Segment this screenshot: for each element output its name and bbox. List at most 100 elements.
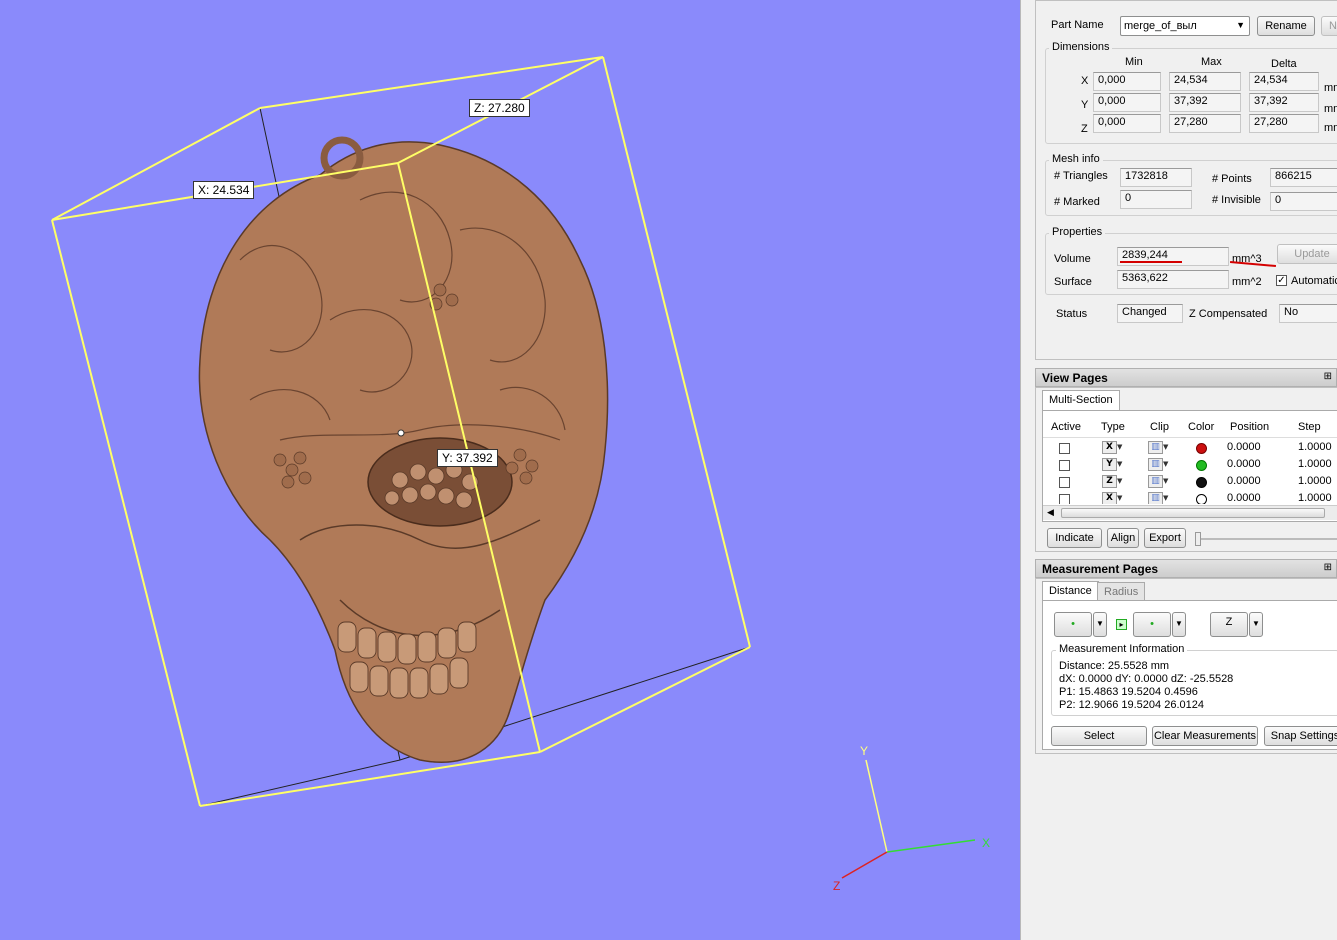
slider-handle[interactable] — [1195, 532, 1201, 546]
position-value[interactable]: 0.0000 — [1227, 458, 1261, 470]
col-clip: Clip — [1150, 421, 1169, 433]
dim-x-max[interactable]: 24,534 — [1169, 72, 1241, 91]
zcomp-value: No — [1279, 304, 1337, 323]
part-name-dropdown[interactable]: merge_of_выл ▼ — [1120, 16, 1250, 36]
chevron-down-icon: ▼ — [1163, 494, 1169, 502]
rename-button[interactable]: Rename — [1257, 16, 1315, 36]
surface-label: Surface — [1054, 276, 1092, 288]
automatic-checkbox[interactable]: ✓ — [1276, 275, 1287, 286]
dim-x-min[interactable]: 0,000 — [1093, 72, 1161, 91]
chevron-down-icon: ▼ — [1163, 443, 1169, 451]
snap-settings-button[interactable]: Snap Settings — [1264, 726, 1337, 746]
align-button[interactable]: Align — [1107, 528, 1139, 548]
chevron-down-icon[interactable]: ▼ — [1249, 612, 1263, 637]
point1-button[interactable]: • — [1054, 612, 1092, 637]
dim-x-delta[interactable]: 24,534 — [1249, 72, 1319, 91]
position-value[interactable]: 0.0000 — [1227, 441, 1261, 453]
row-active-checkbox[interactable] — [1059, 460, 1070, 471]
clip-icon[interactable]: ▥ — [1148, 475, 1163, 488]
step-value[interactable]: 1.0000 — [1298, 475, 1332, 487]
new-button[interactable]: Ne — [1321, 16, 1337, 36]
marked-value: 0 — [1120, 190, 1192, 209]
scroll-left-icon[interactable]: ◀ — [1047, 507, 1054, 518]
bbox-x-label: X: 24.534 — [193, 181, 255, 199]
3d-viewport[interactable]: X: 24.534 Z: 27.280 Y: 37.392 Y X Z — [0, 0, 1020, 940]
row-active-checkbox[interactable] — [1059, 477, 1070, 488]
status-label: Status — [1056, 308, 1088, 320]
horizontal-scrollbar[interactable]: ◀ — [1043, 505, 1337, 520]
pin-icon[interactable]: ⊞ — [1324, 562, 1332, 573]
part-name-label: Part Name — [1051, 19, 1104, 31]
section-type-dropdown[interactable]: X — [1102, 441, 1117, 454]
chevron-down-icon: ▼ — [1236, 20, 1245, 30]
measurement-pages-header[interactable]: Measurement Pages ⊞ — [1035, 559, 1337, 578]
dim-z-max[interactable]: 27,280 — [1169, 114, 1241, 133]
update-button[interactable]: Update — [1277, 244, 1337, 264]
skull-model — [198, 136, 609, 763]
position-value[interactable]: 0.0000 — [1227, 492, 1261, 504]
clip-icon[interactable]: ▥ — [1148, 458, 1163, 471]
tab-radius[interactable]: Radius — [1097, 582, 1146, 601]
properties-panel: Part Name merge_of_выл ▼ Rename Ne Dimen… — [1020, 0, 1337, 940]
view-pages-title: View Pages — [1042, 371, 1108, 385]
step-value[interactable]: 1.0000 — [1298, 492, 1332, 504]
dim-max-header: Max — [1201, 56, 1222, 68]
chevron-down-icon: ▼ — [1117, 494, 1123, 502]
point2-button[interactable]: • — [1133, 612, 1171, 637]
color-swatch[interactable] — [1196, 443, 1207, 454]
measurement-pages-title: Measurement Pages — [1042, 562, 1159, 576]
scene-svg — [51, 56, 976, 879]
dim-z-min[interactable]: 0,000 — [1093, 114, 1161, 133]
col-step: Step — [1298, 421, 1321, 433]
p1-line: P1: 15.4863 19.5204 0.4596 — [1059, 686, 1198, 698]
chevron-down-icon: ▼ — [1163, 460, 1169, 468]
export-button[interactable]: Export — [1144, 528, 1186, 548]
chevron-down-icon[interactable]: ▼ — [1093, 612, 1107, 637]
delta-line: dX: 0.0000 dY: 0.0000 dZ: -25.5528 — [1059, 673, 1234, 685]
clip-icon[interactable]: ▥ — [1148, 441, 1163, 454]
chevron-down-icon: ▼ — [1117, 460, 1123, 468]
color-swatch[interactable] — [1196, 460, 1207, 471]
section-type-dropdown[interactable]: Z — [1102, 475, 1117, 488]
distance-line: Distance: 25.5528 mm — [1059, 660, 1170, 672]
points-value: 866215 — [1270, 168, 1337, 187]
clear-measurements-button[interactable]: Clear Measurements — [1152, 726, 1258, 746]
section-type-dropdown[interactable]: Y — [1102, 458, 1117, 471]
indicate-button[interactable]: Indicate — [1047, 528, 1102, 548]
col-color: Color — [1188, 421, 1215, 433]
bbox-y-label: Y: 37.392 — [437, 449, 498, 467]
color-swatch[interactable] — [1196, 477, 1207, 488]
dim-y-min[interactable]: 0,000 — [1093, 93, 1161, 112]
axis-z-button[interactable]: Z — [1210, 612, 1248, 637]
dim-y-axis: Y — [1081, 99, 1089, 111]
chevron-down-icon[interactable]: ▼ — [1172, 612, 1186, 637]
view-pages-header[interactable]: View Pages ⊞ — [1035, 368, 1337, 387]
dim-y-delta[interactable]: 37,392 — [1249, 93, 1319, 112]
dim-z-delta[interactable]: 27,280 — [1249, 114, 1319, 133]
position-value[interactable]: 0.0000 — [1227, 475, 1261, 487]
automatic-label: Automatic — [1291, 275, 1337, 287]
tab-multi-section[interactable]: Multi-Section — [1042, 390, 1120, 410]
volume-value: 2839,244 — [1117, 247, 1229, 266]
bbox-z-label: Z: 27.280 — [469, 99, 530, 117]
row-active-checkbox[interactable] — [1059, 443, 1070, 454]
col-type: Type — [1101, 421, 1125, 433]
dim-y-max[interactable]: 37,392 — [1169, 93, 1241, 112]
pin-icon[interactable]: ⊞ — [1324, 371, 1332, 382]
step-value[interactable]: 1.0000 — [1298, 441, 1332, 453]
clip-icon[interactable]: ▥ — [1148, 492, 1163, 504]
color-swatch[interactable] — [1196, 494, 1207, 504]
dim-delta-header: Delta — [1271, 58, 1297, 70]
link-icon[interactable]: ▸ — [1116, 619, 1127, 630]
step-value[interactable]: 1.0000 — [1298, 458, 1332, 470]
dim-y-unit: mm — [1324, 103, 1337, 115]
section-type-dropdown[interactable]: X — [1102, 492, 1117, 504]
dim-z-axis: Z — [1081, 123, 1088, 135]
axis-triad — [841, 759, 976, 879]
row-active-checkbox[interactable] — [1059, 494, 1070, 504]
slider-track[interactable] — [1197, 538, 1337, 540]
tab-distance[interactable]: Distance — [1042, 581, 1099, 601]
col-position: Position — [1230, 421, 1270, 433]
scrollbar-thumb[interactable] — [1061, 508, 1325, 518]
select-button[interactable]: Select — [1051, 726, 1147, 746]
